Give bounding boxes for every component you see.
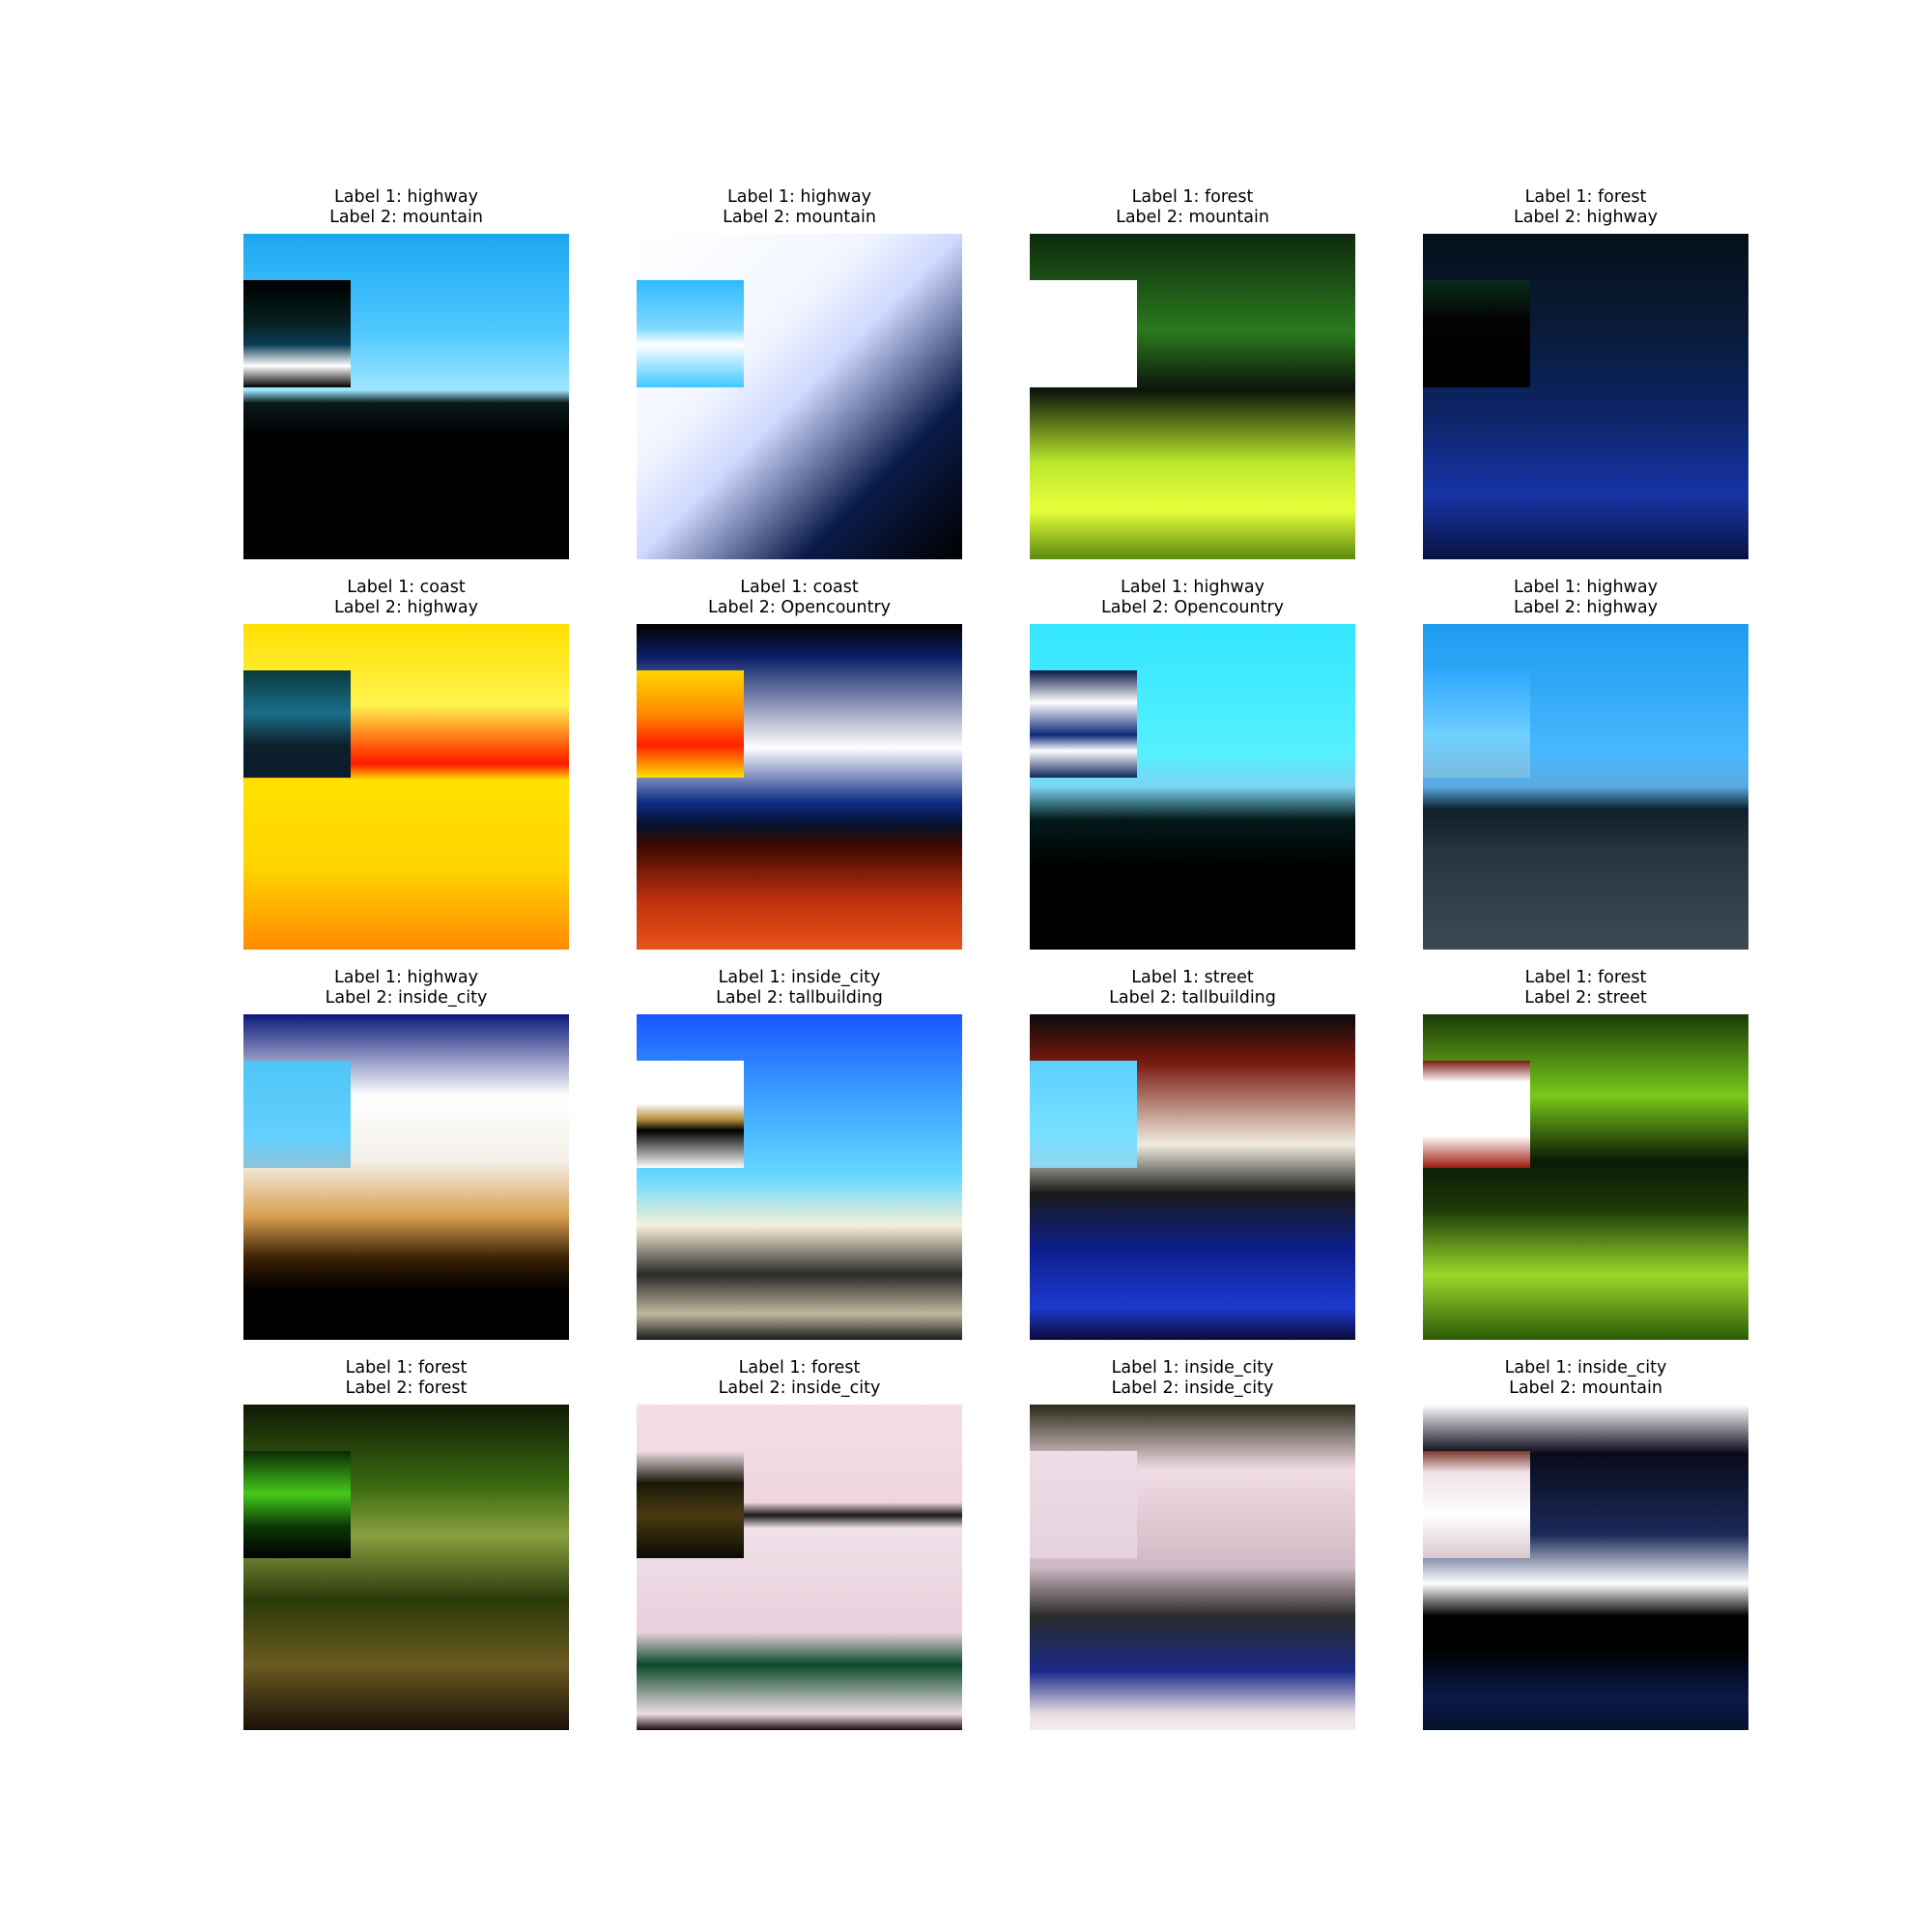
label-2: Label 2: mountain: [723, 208, 876, 227]
label-1: Label 1: forest: [1524, 968, 1647, 987]
panel: Label 1: coast Label 2: highway: [243, 578, 569, 950]
panel: Label 1: inside_city Label 2: mountain: [1423, 1358, 1748, 1730]
panel: Label 1: inside_city Label 2: inside_cit…: [1030, 1358, 1355, 1730]
label-2: Label 2: mountain: [1116, 208, 1269, 227]
scene-image: [1030, 1405, 1355, 1730]
scene-image: [637, 624, 962, 950]
scene-image: [243, 1014, 569, 1340]
panel-caption: Label 1: forest Label 2: mountain: [1030, 187, 1355, 228]
mixed-patch: [243, 1451, 351, 1558]
mixed-patch: [1423, 1451, 1530, 1558]
panel: Label 1: inside_city Label 2: tallbuildi…: [637, 968, 962, 1340]
scene-image: [637, 234, 962, 559]
label-1: Label 1: street: [1131, 968, 1254, 987]
mixed-patch: [1423, 670, 1530, 778]
label-1: Label 1: highway: [727, 187, 871, 207]
label-1: Label 1: coast: [347, 578, 466, 597]
label-2: Label 2: inside_city: [718, 1378, 881, 1398]
mixed-patch: [243, 670, 351, 778]
label-2: Label 2: Opencountry: [1100, 598, 1285, 617]
panel: Label 1: highway Label 2: Opencountry: [1030, 578, 1355, 950]
mixed-patch: [1423, 1061, 1530, 1168]
label-1: Label 1: highway: [334, 968, 478, 987]
scene-image: [1423, 1014, 1748, 1340]
panel-caption: Label 1: coast Label 2: Opencountry: [637, 578, 962, 618]
panel-caption: Label 1: street Label 2: tallbuilding: [1030, 968, 1355, 1009]
panel: Label 1: forest Label 2: mountain: [1030, 187, 1355, 559]
panel-caption: Label 1: highway Label 2: mountain: [637, 187, 962, 228]
label-2: Label 2: Opencountry: [707, 598, 892, 617]
panel-caption: Label 1: forest Label 2: highway: [1423, 187, 1748, 228]
scene-image: [637, 1405, 962, 1730]
mixed-patch: [243, 280, 351, 387]
panel-caption: Label 1: coast Label 2: highway: [243, 578, 569, 618]
label-1: Label 1: highway: [1514, 578, 1658, 597]
panel: Label 1: highway Label 2: mountain: [637, 187, 962, 559]
label-1: Label 1: highway: [334, 187, 478, 207]
panel-caption: Label 1: highway Label 2: Opencountry: [1030, 578, 1355, 618]
label-1: Label 1: forest: [1524, 187, 1647, 207]
panel: Label 1: coast Label 2: Opencountry: [637, 578, 962, 950]
mixed-patch: [637, 670, 744, 778]
label-2: Label 2: tallbuilding: [1109, 988, 1276, 1008]
panel-caption: Label 1: inside_city Label 2: mountain: [1423, 1358, 1748, 1399]
mixed-patch: [1423, 280, 1530, 387]
panel: Label 1: highway Label 2: mountain: [243, 187, 569, 559]
scene-image: [637, 1014, 962, 1340]
mixed-patch: [1030, 1061, 1137, 1168]
panel-caption: Label 1: inside_city Label 2: inside_cit…: [1030, 1358, 1355, 1399]
mixed-patch: [1030, 280, 1137, 387]
panel: Label 1: forest Label 2: street: [1423, 968, 1748, 1340]
label-1: Label 1: forest: [738, 1358, 861, 1378]
mixed-patch: [637, 1451, 744, 1558]
label-2: Label 2: street: [1524, 988, 1647, 1008]
panel: Label 1: highway Label 2: inside_city: [243, 968, 569, 1340]
mixed-patch: [637, 280, 744, 387]
label-1: Label 1: inside_city: [1504, 1358, 1667, 1378]
scene-image: [1423, 234, 1748, 559]
label-1: Label 1: forest: [345, 1358, 468, 1378]
panel: Label 1: highway Label 2: highway: [1423, 578, 1748, 950]
scene-image: [243, 1405, 569, 1730]
mixed-patch: [1030, 1451, 1137, 1558]
label-2: Label 2: mountain: [329, 208, 483, 227]
label-2: Label 2: inside_city: [325, 988, 488, 1008]
label-2: Label 2: tallbuilding: [716, 988, 883, 1008]
panel: Label 1: forest Label 2: highway: [1423, 187, 1748, 559]
label-2: Label 2: highway: [1514, 208, 1658, 227]
mixed-patch: [637, 1061, 744, 1168]
label-1: Label 1: forest: [1131, 187, 1254, 207]
panel: Label 1: forest Label 2: inside_city: [637, 1358, 962, 1730]
panel-caption: Label 1: highway Label 2: inside_city: [243, 968, 569, 1009]
panel-caption: Label 1: forest Label 2: forest: [243, 1358, 569, 1399]
scene-image: [1030, 234, 1355, 559]
panel-caption: Label 1: forest Label 2: inside_city: [637, 1358, 962, 1399]
panel-caption: Label 1: highway Label 2: mountain: [243, 187, 569, 228]
label-1: Label 1: inside_city: [1111, 1358, 1274, 1378]
label-2: Label 2: inside_city: [1111, 1378, 1274, 1398]
label-2: Label 2: forest: [345, 1378, 468, 1398]
panel-caption: Label 1: forest Label 2: street: [1423, 968, 1748, 1009]
label-2: Label 2: highway: [1514, 598, 1658, 617]
label-1: Label 1: highway: [1121, 578, 1264, 597]
scene-image: [1030, 1014, 1355, 1340]
image-grid-figure: Label 1: highway Label 2: mountain Label…: [0, 0, 1932, 1932]
label-2: Label 2: highway: [334, 598, 478, 617]
panel-caption: Label 1: inside_city Label 2: tallbuildi…: [637, 968, 962, 1009]
scene-image: [1423, 624, 1748, 950]
scene-image: [1423, 1405, 1748, 1730]
scene-image: [243, 234, 569, 559]
panel: Label 1: street Label 2: tallbuilding: [1030, 968, 1355, 1340]
label-2: Label 2: mountain: [1509, 1378, 1662, 1398]
mixed-patch: [243, 1061, 351, 1168]
scene-image: [243, 624, 569, 950]
panel: Label 1: forest Label 2: forest: [243, 1358, 569, 1730]
scene-image: [1030, 624, 1355, 950]
label-1: Label 1: inside_city: [718, 968, 881, 987]
panel-caption: Label 1: highway Label 2: highway: [1423, 578, 1748, 618]
label-1: Label 1: coast: [740, 578, 859, 597]
mixed-patch: [1030, 670, 1137, 778]
